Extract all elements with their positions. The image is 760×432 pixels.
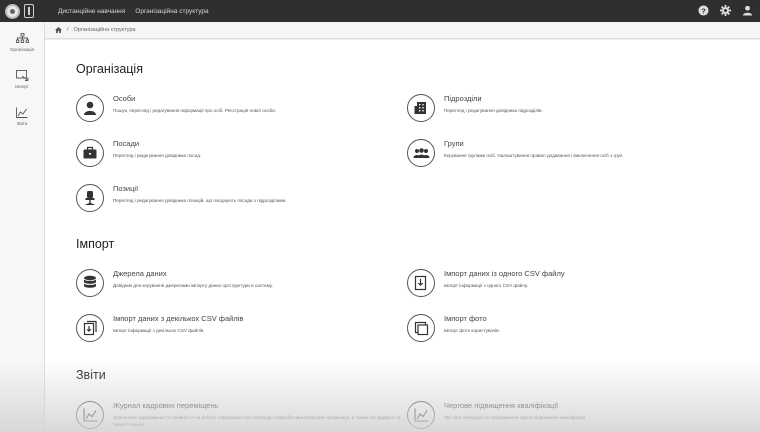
topnav-distance-learning[interactable]: Дистанційне навчання [58,2,125,21]
item-description: Імпорт інформації з декількох CSV файлів… [113,328,205,333]
item-description: Перегляд і редагування довідника позицій… [113,198,287,203]
item-title[interactable]: Позиції [113,184,286,194]
sidebar-item-label: Організація [9,47,35,52]
item-description: Перегляд і редагування довідника підрозд… [444,108,543,113]
files-import-icon [76,314,104,342]
top-nav: Дистанційне навчання Організаційна струк… [58,2,209,21]
item-description: Імпорт інформації з одного CSV файлу. [444,283,529,288]
person-icon [76,94,104,122]
item-title[interactable]: Посади [113,139,201,149]
svg-text:?: ? [701,6,706,15]
briefcase-icon [76,139,104,167]
item-title[interactable]: Джерела даних [113,269,273,279]
item-positions-posady[interactable]: Посади Перегляд і редагування довідника … [76,139,201,167]
home-icon[interactable] [55,27,62,33]
chart-icon [407,401,435,429]
sidebar-item-organization[interactable]: Організація [0,24,44,61]
item-title[interactable]: Чергове підвищення кваліфікації [444,401,585,411]
group-icon [407,139,435,167]
sidebar-item-label: Імпорт [15,84,29,89]
org-tree-icon [15,33,29,43]
item-description: Пошук, перегляд і редагування інформації… [113,108,277,113]
item-title[interactable]: Імпорт даних з декількох CSV файлів [113,314,243,324]
item-title[interactable]: Особи [113,94,276,104]
building-icon [407,94,435,122]
sidebar: Організація Імпорт Звіти [0,22,45,432]
item-positions-pozytsii[interactable]: Позиції Перегляд і редагування довідника… [76,184,286,212]
gear-icon[interactable] [720,5,731,16]
trident-icon [24,4,34,18]
main-content: Організація Особи Пошук, перегляд і реда… [45,40,760,432]
item-description: Керування групами осіб. Налаштування пра… [444,153,624,158]
item-description: Довідник для керування джерелами імпорту… [113,283,273,288]
sidebar-item-label: Звіти [16,121,28,126]
item-description: Звіт про необхідність проходження курсів… [444,415,585,420]
item-groups[interactable]: Групи Керування групами осіб. Налаштуван… [407,139,624,167]
item-import-single-csv[interactable]: Імпорт даних із одного CSV файлу Імпорт … [407,269,565,297]
section-title-reports: Звіти [76,368,106,382]
database-icon [76,269,104,297]
user-icon[interactable] [742,5,753,16]
import-icon [15,70,28,81]
topnav-org-structure[interactable]: Організаційна структура [135,2,208,21]
help-icon[interactable]: ? [698,5,709,16]
sidebar-item-import[interactable]: Імпорт [0,61,44,98]
file-import-icon [407,269,435,297]
item-description: Перегляд і редагування довідника посад. [113,153,202,158]
breadcrumb-current: Організаційна структура [73,27,136,33]
item-title[interactable]: Підрозділи [444,94,543,104]
chart-icon [16,107,28,118]
breadcrumb-separator: / [67,27,69,33]
section-title-import: Імпорт [76,237,115,251]
item-qualification-upgrade[interactable]: Чергове підвищення кваліфікації Звіт про… [407,401,585,429]
chart-icon [76,401,104,429]
item-title[interactable]: Групи [444,139,624,149]
top-bar: Дистанційне навчання Організаційна струк… [0,0,760,22]
photo-import-icon [407,314,435,342]
item-description: Хронологія зарахування та прийняття на р… [113,415,401,427]
item-hr-movements-log[interactable]: Журнал кадрових переміщень Хронологія за… [76,401,413,429]
chair-icon [76,184,104,212]
item-title[interactable]: Журнал кадрових переміщень [113,401,413,411]
item-description: Імпорт фото користувачів. [444,328,500,333]
item-title[interactable]: Імпорт даних із одного CSV файлу [444,269,565,279]
section-title-organization: Організація [76,62,143,76]
item-data-sources[interactable]: Джерела даних Довідник для керування дже… [76,269,273,297]
logo-area[interactable] [0,3,58,19]
breadcrumb: / Організаційна структура [45,22,760,39]
item-title[interactable]: Імпорт фото [444,314,500,324]
item-persons[interactable]: Особи Пошук, перегляд і редагування інфо… [76,94,276,122]
sidebar-item-reports[interactable]: Звіти [0,98,44,135]
top-right-icons: ? [698,5,753,16]
logo-icon [5,3,20,19]
item-import-multiple-csv[interactable]: Імпорт даних з декількох CSV файлів Імпо… [76,314,243,342]
item-departments[interactable]: Підрозділи Перегляд і редагування довідн… [407,94,543,122]
item-import-photo[interactable]: Імпорт фото Імпорт фото користувачів. [407,314,500,342]
